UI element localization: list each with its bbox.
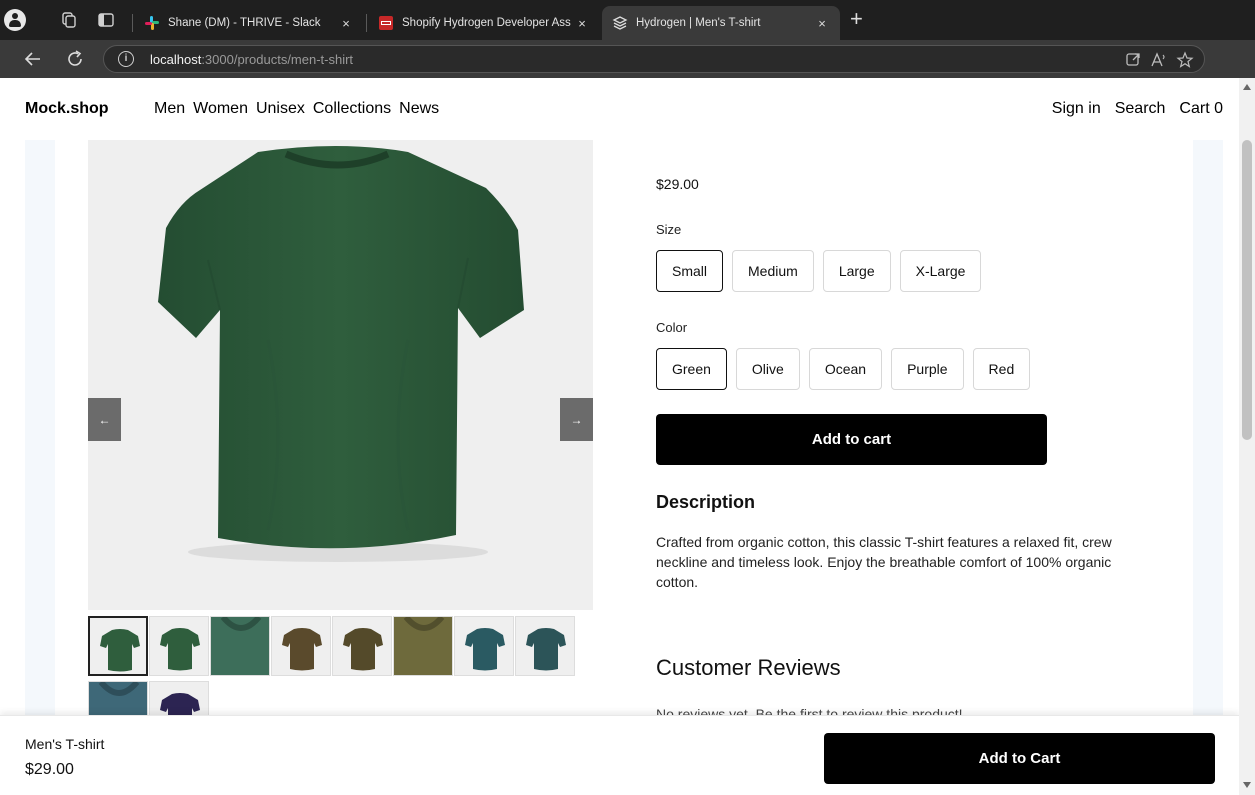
close-tab-icon[interactable]: × — [338, 16, 354, 31]
size-option-small[interactable]: Small — [656, 250, 724, 292]
close-tab-icon[interactable]: × — [814, 16, 830, 31]
sticky-add-to-cart-bar: Men's T-shirt $29.00 Add to Cart — [0, 715, 1239, 795]
read-aloud-icon[interactable] — [1149, 51, 1167, 69]
workspaces-icon[interactable] — [58, 10, 78, 30]
color-options: Green Olive Ocean Purple Red — [656, 348, 1031, 390]
tab-shopify-doc[interactable]: Shopify Hydrogen Developer Ass × — [368, 6, 600, 40]
nav-link-news[interactable]: News — [399, 100, 439, 118]
product-thumbnail[interactable] — [210, 616, 270, 676]
header-actions: Sign in Search Cart 0 — [1052, 100, 1223, 118]
color-option-purple[interactable]: Purple — [891, 348, 964, 390]
product-thumbnail[interactable] — [332, 616, 392, 676]
size-option-medium[interactable]: Medium — [732, 250, 814, 292]
reviews-heading: Customer Reviews — [656, 655, 841, 680]
url-path: :3000/products/men-t-shirt — [201, 52, 354, 67]
nav-link-men[interactable]: Men — [154, 100, 185, 118]
hydrogen-icon — [612, 16, 628, 30]
product-thumbnail[interactable] — [149, 616, 209, 676]
tab-actions-icon[interactable] — [96, 10, 116, 30]
scroll-down-icon[interactable] — [1243, 782, 1251, 788]
color-option-green[interactable]: Green — [656, 348, 727, 390]
add-to-cart-button[interactable]: Add to cart — [656, 414, 1047, 465]
cart-link[interactable]: Cart 0 — [1179, 100, 1223, 118]
slack-icon — [145, 16, 159, 30]
close-tab-icon[interactable]: × — [574, 16, 590, 31]
tab-title: Hydrogen | Men's T-shirt — [636, 17, 761, 29]
size-options: Small Medium Large X-Large — [656, 250, 982, 292]
nav-link-women[interactable]: Women — [193, 100, 248, 118]
product-thumbnail[interactable] — [393, 616, 453, 676]
tab-slack[interactable]: Shane (DM) - THRIVE - Slack × — [134, 6, 364, 40]
sticky-product-price: $29.00 — [25, 761, 74, 778]
main-nav: Men Women Unisex Collections News — [154, 100, 439, 118]
site-header: Mock.shop Men Women Unisex Collections N… — [0, 78, 1239, 140]
browser-toolbar: i localhost:3000/products/men-t-shirt — [0, 40, 1255, 78]
product-thumbnail[interactable] — [88, 616, 148, 676]
product-thumbnail[interactable] — [454, 616, 514, 676]
tshirt-image — [158, 146, 524, 562]
sticky-add-to-cart-button[interactable]: Add to Cart — [824, 733, 1215, 784]
tab-hydrogen[interactable]: Hydrogen | Men's T-shirt × — [602, 6, 840, 40]
refresh-icon[interactable] — [64, 48, 86, 70]
next-image-button[interactable]: → — [560, 398, 593, 441]
page-viewport: Mock.shop Men Women Unisex Collections N… — [0, 78, 1239, 795]
nav-link-unisex[interactable]: Unisex — [256, 100, 305, 118]
open-in-app-icon[interactable] — [1124, 51, 1142, 69]
back-arrow-icon[interactable] — [22, 48, 44, 70]
sign-in-link[interactable]: Sign in — [1052, 100, 1101, 118]
search-link[interactable]: Search — [1115, 100, 1166, 118]
color-label: Color — [656, 320, 688, 335]
new-tab-button[interactable]: + — [850, 8, 863, 30]
product-thumbnail[interactable] — [515, 616, 575, 676]
url-host: localhost — [150, 52, 202, 67]
left-margin-strip — [25, 140, 55, 795]
color-option-olive[interactable]: Olive — [735, 348, 800, 390]
size-option-large[interactable]: Large — [822, 250, 891, 292]
main-product-image: ← → — [88, 140, 593, 610]
right-margin-strip — [1193, 140, 1223, 795]
product-price: $29.00 — [656, 176, 699, 192]
nav-link-collections[interactable]: Collections — [313, 100, 391, 118]
description-heading: Description — [656, 492, 756, 512]
product-thumbnail[interactable] — [271, 616, 331, 676]
site-logo[interactable]: Mock.shop — [25, 100, 109, 118]
pdf-icon — [379, 16, 393, 30]
description-text: Crafted from organic cotton, this classi… — [656, 534, 1112, 590]
scroll-up-icon[interactable] — [1243, 84, 1251, 90]
sticky-product-name: Men's T-shirt — [25, 736, 105, 752]
tab-title: Shane (DM) - THRIVE - Slack — [168, 17, 321, 29]
prev-image-button[interactable]: ← — [88, 398, 121, 441]
url-text: localhost:3000/products/men-t-shirt — [150, 52, 353, 67]
size-label: Size — [656, 222, 682, 237]
site-info-icon[interactable]: i — [118, 51, 134, 67]
color-option-red[interactable]: Red — [972, 348, 1031, 390]
size-option-x-large[interactable]: X-Large — [899, 250, 982, 292]
profile-avatar-icon[interactable] — [4, 9, 26, 31]
browser-tab-bar: Shane (DM) - THRIVE - Slack × Shopify Hy… — [0, 0, 1255, 40]
tab-title: Shopify Hydrogen Developer Ass — [402, 17, 571, 29]
page-scrollbar[interactable] — [1239, 78, 1255, 795]
color-option-ocean[interactable]: Ocean — [808, 348, 883, 390]
favorite-star-icon[interactable] — [1176, 51, 1194, 69]
scrollbar-thumb[interactable] — [1242, 140, 1252, 440]
address-bar[interactable]: i localhost:3000/products/men-t-shirt — [103, 45, 1205, 73]
